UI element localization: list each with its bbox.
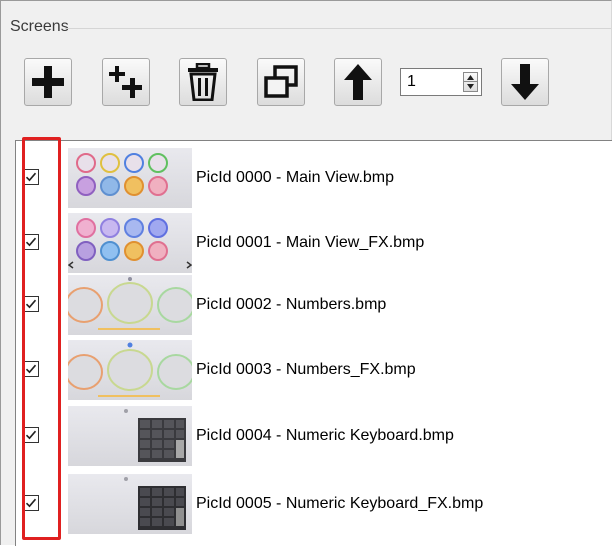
screen-checkbox[interactable]	[23, 234, 39, 250]
screen-thumbnail	[68, 340, 192, 400]
screen-checkbox[interactable]	[23, 495, 39, 511]
screen-thumbnail	[68, 148, 192, 208]
list-item[interactable]: PicId 0005 - Numeric Keyboard_FX.bmp	[16, 474, 612, 534]
check-icon	[25, 498, 37, 508]
spin-up-button[interactable]	[464, 73, 477, 82]
arrow-down-icon	[511, 64, 539, 100]
group-divider	[65, 28, 611, 29]
screen-name: PicId 0004 - Numeric Keyboard.bmp	[196, 427, 454, 444]
check-icon	[25, 172, 37, 182]
screen-thumbnail	[68, 213, 192, 273]
screen-name: PicId 0005 - Numeric Keyboard_FX.bmp	[196, 495, 484, 512]
screen-name: PicId 0002 - Numbers.bmp	[196, 296, 387, 313]
check-icon	[25, 237, 37, 247]
step-count-stepper[interactable]: 1	[400, 68, 482, 96]
keypad-thumbnail-icon	[124, 409, 186, 462]
step-count-value[interactable]: 1	[407, 73, 416, 91]
spin-down-button[interactable]	[464, 82, 477, 91]
screen-checkbox[interactable]	[23, 296, 39, 312]
dials-fx-thumbnail-icon	[68, 342, 192, 397]
add-screen-button[interactable]	[24, 58, 72, 106]
screen-thumbnail	[68, 474, 192, 534]
list-item[interactable]: PicId 0002 - Numbers.bmp	[16, 275, 612, 335]
plus-icon	[32, 66, 64, 98]
caret-down-icon	[467, 84, 474, 89]
trash-icon	[188, 63, 218, 101]
screen-name: PicId 0003 - Numbers_FX.bmp	[196, 361, 416, 378]
check-icon	[25, 299, 37, 309]
list-item[interactable]: PicId 0004 - Numeric Keyboard.bmp	[16, 406, 612, 466]
screen-checkbox[interactable]	[23, 169, 39, 185]
move-up-button[interactable]	[334, 58, 382, 106]
keypad-fx-thumbnail-icon	[124, 477, 186, 530]
add-multiple-icon	[109, 66, 142, 98]
screen-thumbnail	[68, 406, 192, 466]
caret-up-icon	[467, 74, 474, 80]
duplicate-screen-button[interactable]	[257, 58, 305, 106]
buttons-thumbnail-icon	[76, 153, 168, 196]
check-icon	[25, 364, 37, 374]
group-title: Screens	[10, 18, 69, 35]
list-item[interactable]: PicId 0003 - Numbers_FX.bmp	[16, 340, 612, 400]
duplicate-icon	[264, 65, 298, 98]
list-item[interactable]: PicId 0001 - Main View_FX.bmp	[16, 213, 612, 273]
delete-screen-button[interactable]	[179, 58, 227, 106]
buttons-fx-thumbnail-icon	[68, 218, 192, 269]
screen-checkbox[interactable]	[23, 361, 39, 377]
screen-checkbox[interactable]	[23, 427, 39, 443]
dials-thumbnail-icon	[68, 277, 192, 330]
check-icon	[25, 430, 37, 440]
screens-panel: Screens 1 PicId 0000 - Main View.bmp Pic…	[0, 0, 612, 546]
add-multiple-screens-button[interactable]	[102, 58, 150, 106]
move-down-button[interactable]	[501, 58, 549, 106]
arrow-up-icon	[344, 64, 372, 100]
screens-list[interactable]: PicId 0000 - Main View.bmp PicId 0001 - …	[15, 140, 612, 546]
list-item[interactable]: PicId 0000 - Main View.bmp	[16, 148, 612, 208]
screen-name: PicId 0001 - Main View_FX.bmp	[196, 234, 425, 251]
screen-name: PicId 0000 - Main View.bmp	[196, 169, 395, 186]
spin-buttons	[463, 72, 478, 92]
screen-thumbnail	[68, 275, 192, 335]
